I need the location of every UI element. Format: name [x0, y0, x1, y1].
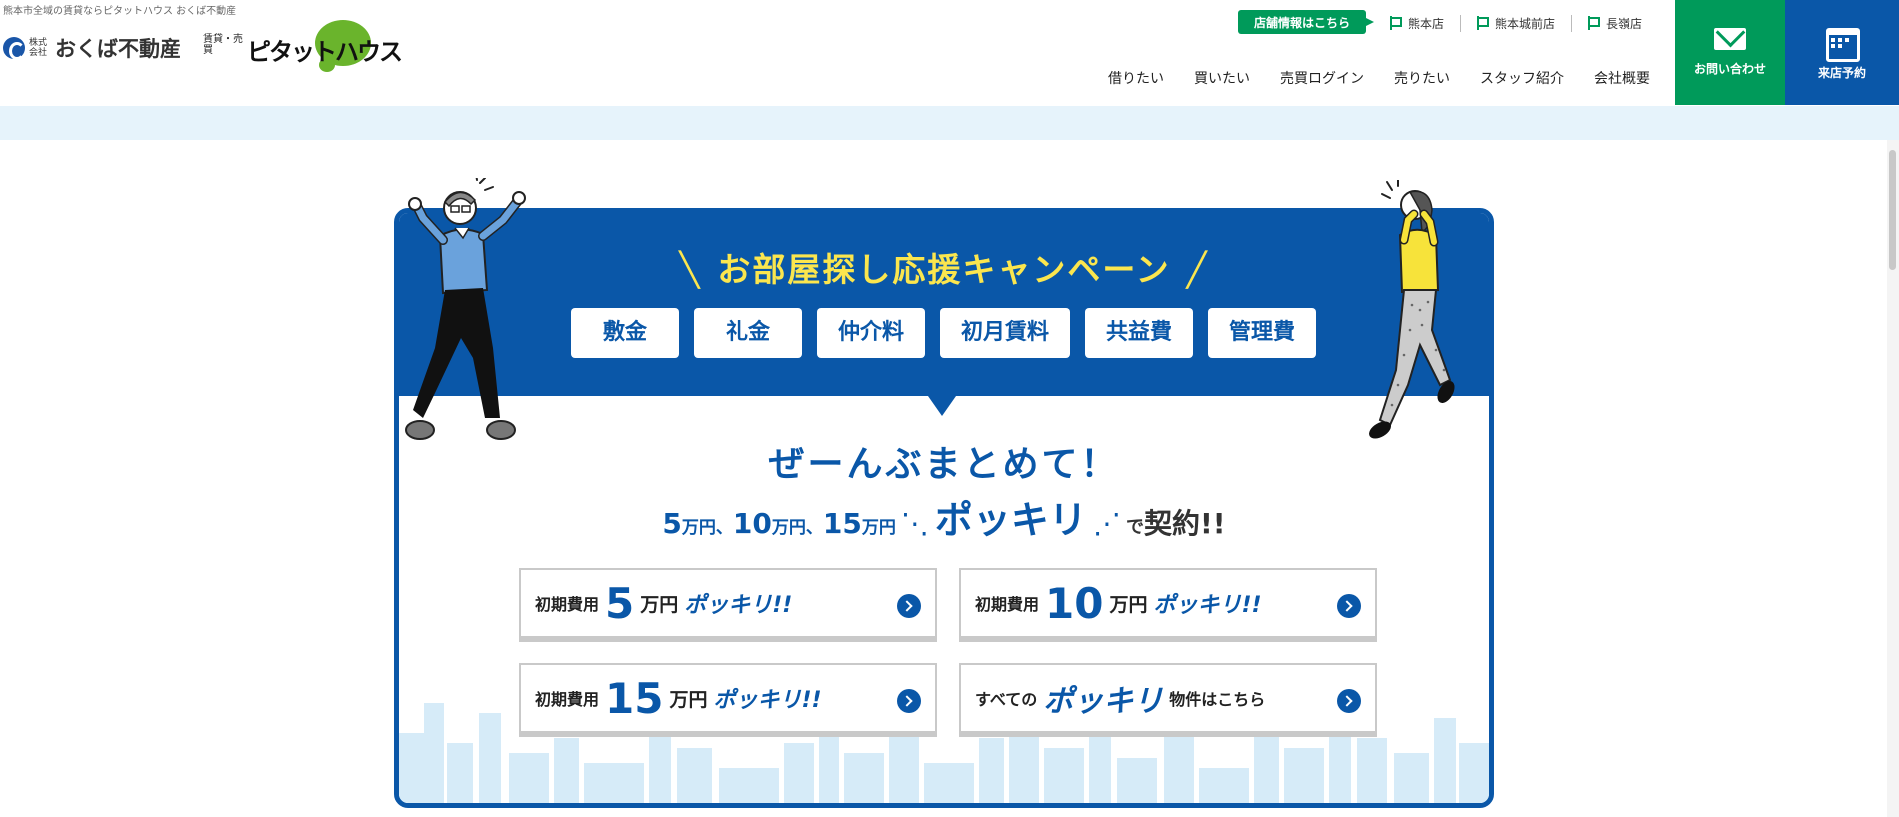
okuba-logo[interactable]: 株式会社 おくば不動産 — [3, 33, 181, 63]
pitat-logo-sub: 賃貸・売買 — [203, 34, 243, 56]
catch-amount-5: 5 — [662, 507, 682, 540]
link-label: 物件はこちら — [1169, 690, 1266, 709]
catch-sep: 、 — [805, 518, 823, 538]
nav-item-sales-login[interactable]: 売買ログイン — [1265, 68, 1379, 88]
fee-tag: 初月賃料 — [940, 308, 1070, 358]
flag-icon — [1477, 16, 1490, 30]
link-prefix: すべての — [975, 690, 1038, 709]
link-unit: 万円 — [640, 593, 679, 616]
catch-sep: 、 — [715, 518, 733, 538]
man-illustration — [405, 178, 526, 440]
catch-unit: 万円 — [771, 518, 806, 538]
link-prefix: 初期費用 — [535, 595, 600, 614]
fee-tag: 礼金 — [694, 308, 802, 358]
contact-button[interactable]: お問い合わせ — [1675, 0, 1785, 105]
catch-pokkiri: ポッキリ — [934, 498, 1087, 542]
visit-reservation-button[interactable]: 来店予約 — [1785, 0, 1899, 105]
campaign-banner: ╲ お部屋探し応援キャンペーン ╱ 敷金 礼金 仲介料 初月賃料 共益費 管理費 ぜ… — [394, 208, 1494, 808]
link-initial-15man[interactable]: 初期費用 15 万円 ポッキリ!! — [519, 663, 937, 733]
link-pokkiri: ポッキリ — [1043, 684, 1164, 719]
chevron-right-icon — [1337, 594, 1361, 618]
link-initial-10man[interactable]: 初期費用 10 万円 ポッキリ!! — [959, 568, 1377, 638]
nav-item-staff[interactable]: スタッフ紹介 — [1465, 68, 1579, 88]
flag-icon — [1588, 16, 1601, 30]
chevron-right-icon — [1337, 689, 1361, 713]
catch-unit: 万円 — [861, 518, 896, 538]
nav-item-buy[interactable]: 買いたい — [1179, 68, 1265, 88]
store-link-label: 熊本城前店 — [1495, 16, 1556, 31]
campaign-title-text: お部屋探し応援キャンペーン — [717, 250, 1171, 289]
fee-tag: 敷金 — [571, 308, 679, 358]
fee-tag: 管理費 — [1208, 308, 1316, 358]
nav-item-sell[interactable]: 売りたい — [1379, 68, 1465, 88]
catch-de: で — [1126, 517, 1145, 538]
store-links: 熊本店 熊本城前店 長嶺店 — [1390, 14, 1658, 32]
okuba-logo-mark-icon — [3, 37, 25, 60]
contact-button-label: お問い合わせ — [1693, 62, 1766, 76]
store-link-nagamine[interactable]: 長嶺店 — [1571, 14, 1658, 32]
campaign-top-panel — [399, 213, 1489, 396]
link-amount: 10 — [1045, 578, 1104, 628]
pitat-logo-name: ピタットハウス — [247, 38, 403, 66]
store-link-label: 熊本店 — [1408, 16, 1445, 31]
store-link-kumamoto[interactable]: 熊本店 — [1390, 15, 1460, 32]
catch-keiyaku: 契約!! — [1144, 507, 1226, 540]
site-header: 熊本市全域の賃貸ならピタットハウス おくば不動産 株式会社 おくば不動産 賃貸・… — [0, 0, 1899, 106]
link-unit: 万円 — [1109, 593, 1148, 616]
campaign-down-arrow — [928, 396, 956, 416]
link-unit: 万円 — [669, 688, 708, 711]
catch-sub: 5万円、10万円、15万円 ⋱ ポッキリ ⋰ で契約!! — [399, 489, 1489, 544]
nav-item-company[interactable]: 会社概要 — [1579, 68, 1665, 88]
main-nav: 借りたい 買いたい 売買ログイン 売りたい スタッフ紹介 会社概要 — [1108, 68, 1665, 88]
calendar-icon — [1826, 24, 1860, 62]
okuba-logo-sub: 株式会社 — [29, 38, 48, 58]
chevron-right-icon — [897, 594, 921, 618]
catch-amount-10: 10 — [732, 507, 772, 540]
fee-tag: 共益費 — [1085, 308, 1193, 358]
header-band — [0, 106, 1899, 140]
page-scrollbar[interactable] — [1887, 140, 1899, 817]
chevron-right-icon — [897, 689, 921, 713]
flag-icon — [1390, 16, 1402, 30]
catch-unit: 万円 — [681, 518, 716, 538]
scrollbar-thumb[interactable] — [1889, 150, 1896, 270]
link-prefix: 初期費用 — [535, 690, 600, 709]
pitat-house-logo[interactable]: 賃貸・売買 ピタットハウス — [203, 20, 403, 74]
okuba-logo-name: おくば不動産 — [55, 37, 181, 61]
nav-item-rent[interactable]: 借りたい — [1108, 68, 1179, 88]
link-suffix: ポッキリ!! — [713, 688, 822, 713]
link-initial-5man[interactable]: 初期費用 5 万円 ポッキリ!! — [519, 568, 937, 638]
fee-tag: 仲介料 — [817, 308, 925, 358]
link-suffix: ポッキリ!! — [684, 593, 793, 618]
campaign-title: ╲ お部屋探し応援キャンペーン ╱ — [399, 243, 1489, 291]
site-tagline: 熊本市全域の賃貸ならピタットハウス おくば不動産 — [3, 6, 237, 17]
link-amount: 5 — [605, 578, 635, 628]
visit-button-label: 来店予約 — [1817, 66, 1866, 80]
title-left-slash: ╲ — [679, 250, 702, 289]
link-prefix: 初期費用 — [975, 595, 1040, 614]
store-link-kumamotojomae[interactable]: 熊本城前店 — [1460, 14, 1571, 32]
dotted-slash: ⋱ — [900, 507, 929, 540]
link-suffix: ポッキリ!! — [1153, 593, 1262, 618]
catch-main: ぜーんぶまとめて！ — [768, 444, 1120, 485]
catch-amount-15: 15 — [822, 507, 862, 540]
woman-illustration — [1369, 180, 1455, 439]
dotted-slash: ⋰ — [1092, 507, 1121, 540]
store-link-label: 長嶺店 — [1606, 16, 1643, 31]
store-info-button[interactable]: 店舗情報はこちら — [1238, 10, 1374, 34]
mail-icon — [1714, 28, 1746, 50]
link-amount: 15 — [605, 673, 664, 723]
link-all-pokkiri[interactable]: すべての ポッキリ 物件はこちら — [959, 663, 1377, 733]
fee-tags: 敷金 礼金 仲介料 初月賃料 共益費 管理費 — [571, 308, 1316, 358]
title-right-slash: ╱ — [1186, 250, 1209, 289]
